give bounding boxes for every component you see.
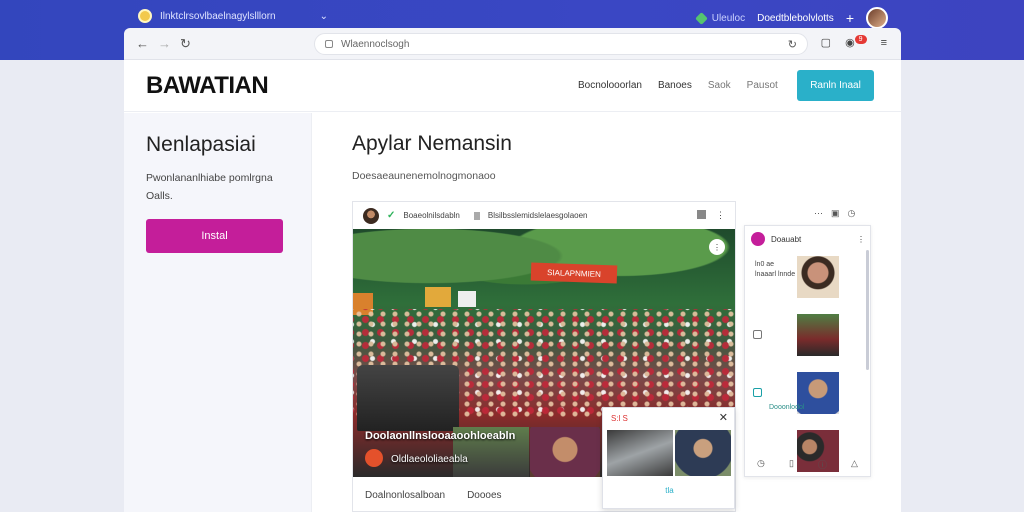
account-label[interactable]: Doedtblebolvlotts	[757, 13, 834, 24]
web-page: BAWATIAN Bocnolooorlan Banoes Saok Pauso…	[124, 60, 901, 512]
post-avatar[interactable]	[363, 207, 379, 224]
post-footer-link-2[interactable]: Doooes	[467, 490, 501, 501]
panel-item-image	[797, 256, 839, 298]
more-icon[interactable]: ⋮	[716, 210, 725, 221]
panel-item-icon	[753, 330, 762, 339]
panel-bottom-bar: ◷ ▯ ⓘ △	[745, 458, 870, 471]
panel-item[interactable]: ln0 ae lnaaarl lnnde	[751, 256, 867, 300]
popup-image[interactable]	[607, 430, 673, 476]
top-right-controls: Uleuloc Doedtblebolvlotts +	[694, 7, 888, 29]
notification-badge: 9	[854, 35, 867, 44]
panel-item-icon	[753, 388, 762, 397]
page-subtitle: Doesaeaunenemolnogmonaoo	[352, 170, 496, 182]
reload-icon[interactable]: ↻	[180, 36, 191, 52]
back-icon[interactable]: ←	[136, 36, 149, 51]
phone-icon[interactable]: ▯	[789, 458, 794, 471]
panel-item-image	[797, 314, 839, 356]
address-bar[interactable]: Wlaennoclsogh ↻	[314, 33, 808, 55]
tab-title: Ilnktclrsovlbaelnagylslllorn	[160, 10, 276, 22]
forward-icon[interactable]: →	[158, 36, 171, 51]
panel-title: Doauabt	[771, 234, 802, 244]
extension-button[interactable]: Uleuloc	[694, 11, 746, 25]
tab-favicon-icon	[138, 9, 152, 23]
photo-sign	[458, 291, 476, 307]
install-button[interactable]: Instal	[146, 219, 283, 253]
post-header-actions: ⋮	[697, 210, 725, 221]
panel-item[interactable]: Dooonlodol	[751, 372, 867, 416]
sidebar: Nenlapasiai Pwonlananlhiabe pomlrgna Oal…	[124, 113, 312, 512]
save-icon[interactable]	[697, 210, 706, 219]
bookmark-icon[interactable]: ▢	[821, 36, 831, 49]
photo-vehicle	[357, 365, 459, 431]
browser-actions: ▢ ◉ 9 ≡	[821, 35, 887, 49]
info-icon[interactable]: ⓘ	[818, 458, 827, 471]
post-footer-link-1[interactable]: Doalnonlosalboan	[365, 490, 445, 501]
leaf-icon	[694, 11, 708, 25]
nav-item-3[interactable]: Saok	[708, 80, 731, 91]
photo-banner: SIALAPNMIEN	[530, 262, 618, 284]
more-icon[interactable]: ⋯	[814, 208, 823, 219]
refresh-icon[interactable]: ↻	[788, 38, 797, 51]
browser-toolbar: ← → ↻ Wlaennoclsogh ↻ ▢ ◉ 9 ≡	[124, 28, 901, 60]
site-header: BAWATIAN Bocnolooorlan Banoes Saok Pauso…	[124, 60, 901, 112]
clock-icon[interactable]: ◷	[848, 208, 856, 219]
panel-item-text: ln0 ae lnaaarl lnnde	[755, 261, 796, 278]
url-text: Wlaennoclsogh	[341, 38, 410, 50]
panel-avatar[interactable]	[751, 232, 765, 246]
header-cta-button[interactable]: Ranln Inaal	[797, 70, 874, 101]
post-header: ✓ Boaeolnilsdabln Blsilbsslemidslelaesgo…	[353, 202, 735, 229]
alert-icon[interactable]: △	[851, 458, 858, 471]
live-text: Oldlaeololiaeabla	[391, 454, 468, 465]
side-panel: Doauabt ⋮ ln0 ae lnaaarl lnnde Dooonlodo…	[744, 225, 871, 477]
page-title: Apylar Nemansin	[352, 132, 512, 155]
browser-tab[interactable]: Ilnktclrsovlbaelnagylslllorn ⌄	[138, 6, 328, 26]
verified-check-icon: ✓	[387, 210, 396, 221]
nav-item-4[interactable]: Pausot	[747, 80, 778, 91]
more-icon[interactable]: ⋮	[857, 235, 865, 244]
site-logo[interactable]: BAWATIAN	[146, 72, 269, 100]
panel-header: Doauabt ⋮	[751, 232, 865, 246]
panel-item-label: Dooonlodol	[769, 404, 805, 411]
sidebar-title: Nenlapasiai	[146, 133, 256, 156]
options-icon[interactable]: ⋮	[709, 239, 725, 255]
close-icon[interactable]: ✕	[719, 411, 728, 424]
post-caption: Doolaonllnslooaaoohloeabln	[365, 430, 516, 442]
popup-title: S:l S	[611, 414, 628, 423]
clock-icon[interactable]: ◷	[757, 458, 765, 471]
panel-toolbar: ⋯ ▣ ◷	[814, 208, 855, 219]
post-author[interactable]: Boaeolnilsdabln	[403, 211, 460, 220]
plus-icon[interactable]: +	[846, 10, 854, 26]
document-icon	[473, 211, 480, 220]
chevron-down-icon[interactable]: ⌄	[320, 11, 328, 22]
profile-icon[interactable]: ◉	[845, 36, 855, 49]
media-popup: S:l S ✕ tla	[602, 407, 735, 509]
panel-item[interactable]	[751, 314, 867, 358]
post-meta: Blsilbsslemidslelaesgolaoen	[487, 211, 588, 220]
nav-item-1[interactable]: Bocnolooorlan	[578, 80, 642, 91]
sidebar-description: Pwonlananlhiabe pomlrgna Oalls.	[146, 172, 273, 202]
site-nav: Bocnolooorlan Banoes Saok Pausot	[578, 80, 778, 91]
window-icon[interactable]: ▣	[831, 208, 840, 219]
lock-icon	[325, 40, 333, 48]
menu-icon[interactable]: ≡	[881, 37, 887, 49]
popup-image[interactable]	[675, 430, 731, 476]
photo-sign	[425, 287, 451, 307]
live-icon[interactable]	[365, 449, 383, 467]
nav-item-2[interactable]: Banoes	[658, 80, 692, 91]
extension-label: Uleuloc	[711, 12, 746, 24]
avatar[interactable]	[866, 7, 888, 29]
popup-label[interactable]: tla	[603, 486, 736, 495]
photo-thumbnail[interactable]	[530, 427, 600, 477]
panel-scrollbar[interactable]	[866, 250, 869, 370]
